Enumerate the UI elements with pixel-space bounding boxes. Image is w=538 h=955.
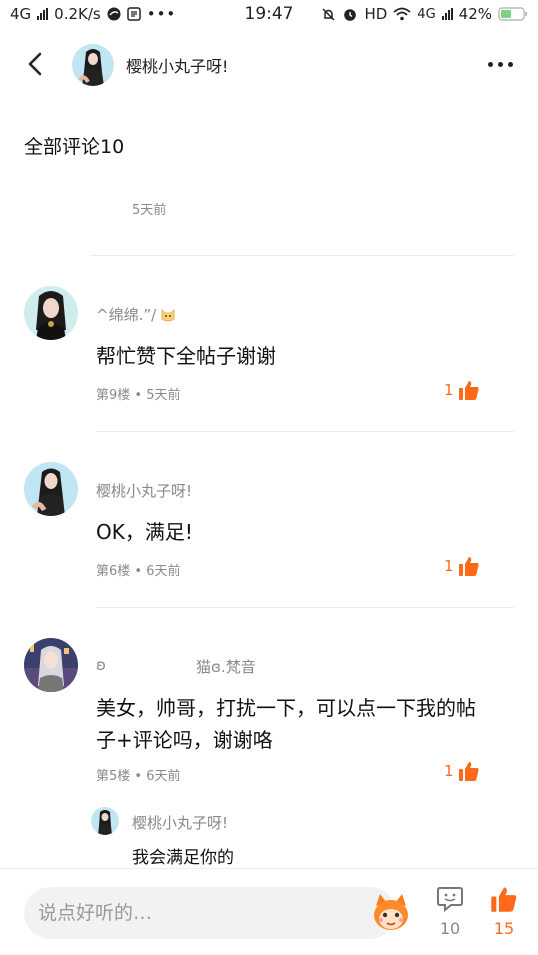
bottom-comment-bar: 10 15 — [0, 868, 538, 955]
comment-count-button[interactable]: 10 — [430, 885, 470, 938]
all-comments-title: 全部评论10 — [24, 136, 125, 158]
like-button[interactable]: 1 — [444, 379, 480, 401]
divider — [96, 607, 514, 608]
commenter-name[interactable]: ^绵绵.”/ — [96, 304, 176, 325]
comment-text: 美女，帅哥，打扰一下，可以点一下我的帖子+评论吗，谢谢咯 — [96, 696, 476, 752]
battery-percent: 42% — [458, 5, 492, 23]
comment-text: OK，满足! — [96, 520, 193, 544]
emoji-mascot-icon[interactable] — [370, 892, 412, 934]
signal-icon — [37, 8, 49, 20]
battery-icon — [498, 7, 527, 21]
author-name[interactable]: 樱桃小丸子呀! — [126, 53, 228, 77]
commenter-avatar[interactable] — [24, 638, 78, 692]
commenter-name[interactable]: ʚ 猫ɞ.梵音 — [96, 656, 396, 676]
post-like-count: 15 — [493, 919, 515, 938]
mute-icon — [322, 7, 335, 21]
like-count: 1 — [444, 762, 454, 780]
comment-meta: 第9楼 • 5天前 — [96, 388, 181, 403]
reply-text: 我会满足你的 — [132, 848, 234, 868]
app-notification-icon — [107, 7, 121, 21]
network-speed: 0.2K/s — [54, 5, 101, 23]
comment-bubble-icon — [437, 887, 463, 913]
commenter-avatar[interactable] — [24, 286, 78, 340]
like-button[interactable]: 1 — [444, 760, 480, 782]
message-notification-icon — [126, 7, 141, 21]
wifi-icon — [393, 7, 411, 21]
more-options-icon[interactable] — [488, 62, 513, 67]
hd-indicator: HD — [364, 5, 388, 23]
divider — [96, 431, 514, 432]
alarm-icon — [344, 9, 357, 21]
status-bar: 4G 0.2K/s ••• 19:47 HD 4G 42% — [0, 0, 538, 28]
divider — [90, 255, 514, 256]
comment-text: 帮忙赞下全帖子谢谢 — [96, 344, 276, 368]
back-arrow-icon[interactable] — [22, 50, 50, 78]
author-avatar[interactable] — [72, 44, 114, 86]
thumbs-up-icon — [458, 557, 479, 576]
thumbs-up-icon — [458, 762, 479, 781]
commenter-avatar[interactable] — [24, 462, 78, 516]
reply-author-name[interactable]: 樱桃小丸子呀! — [132, 812, 228, 833]
comment-meta: 第6楼 • 6天前 — [96, 564, 181, 579]
comment-count: 10 — [439, 919, 461, 938]
more-notifications-icon: ••• — [146, 5, 177, 23]
network-type-right: 4G — [417, 6, 436, 22]
post-like-button[interactable]: 15 — [484, 885, 524, 938]
like-count: 1 — [444, 557, 454, 575]
comment-meta: 第5楼 • 6天前 — [96, 769, 181, 784]
like-button[interactable]: 1 — [444, 555, 480, 577]
reply-author-avatar[interactable] — [91, 807, 119, 835]
comment-input-box[interactable] — [24, 887, 408, 939]
comment-time: 5天前 — [132, 203, 167, 218]
thumbs-up-icon — [491, 887, 517, 912]
comment-input[interactable] — [38, 887, 338, 939]
thumbs-up-icon — [458, 381, 479, 400]
cat-emoji-icon — [161, 308, 175, 321]
signal-icon-2 — [441, 8, 453, 20]
commenter-name[interactable]: 樱桃小丸子呀! — [96, 480, 192, 501]
like-count: 1 — [444, 381, 454, 399]
top-navigation-bar: 樱桃小丸子呀! — [0, 36, 538, 92]
network-type-left: 4G — [10, 5, 32, 23]
